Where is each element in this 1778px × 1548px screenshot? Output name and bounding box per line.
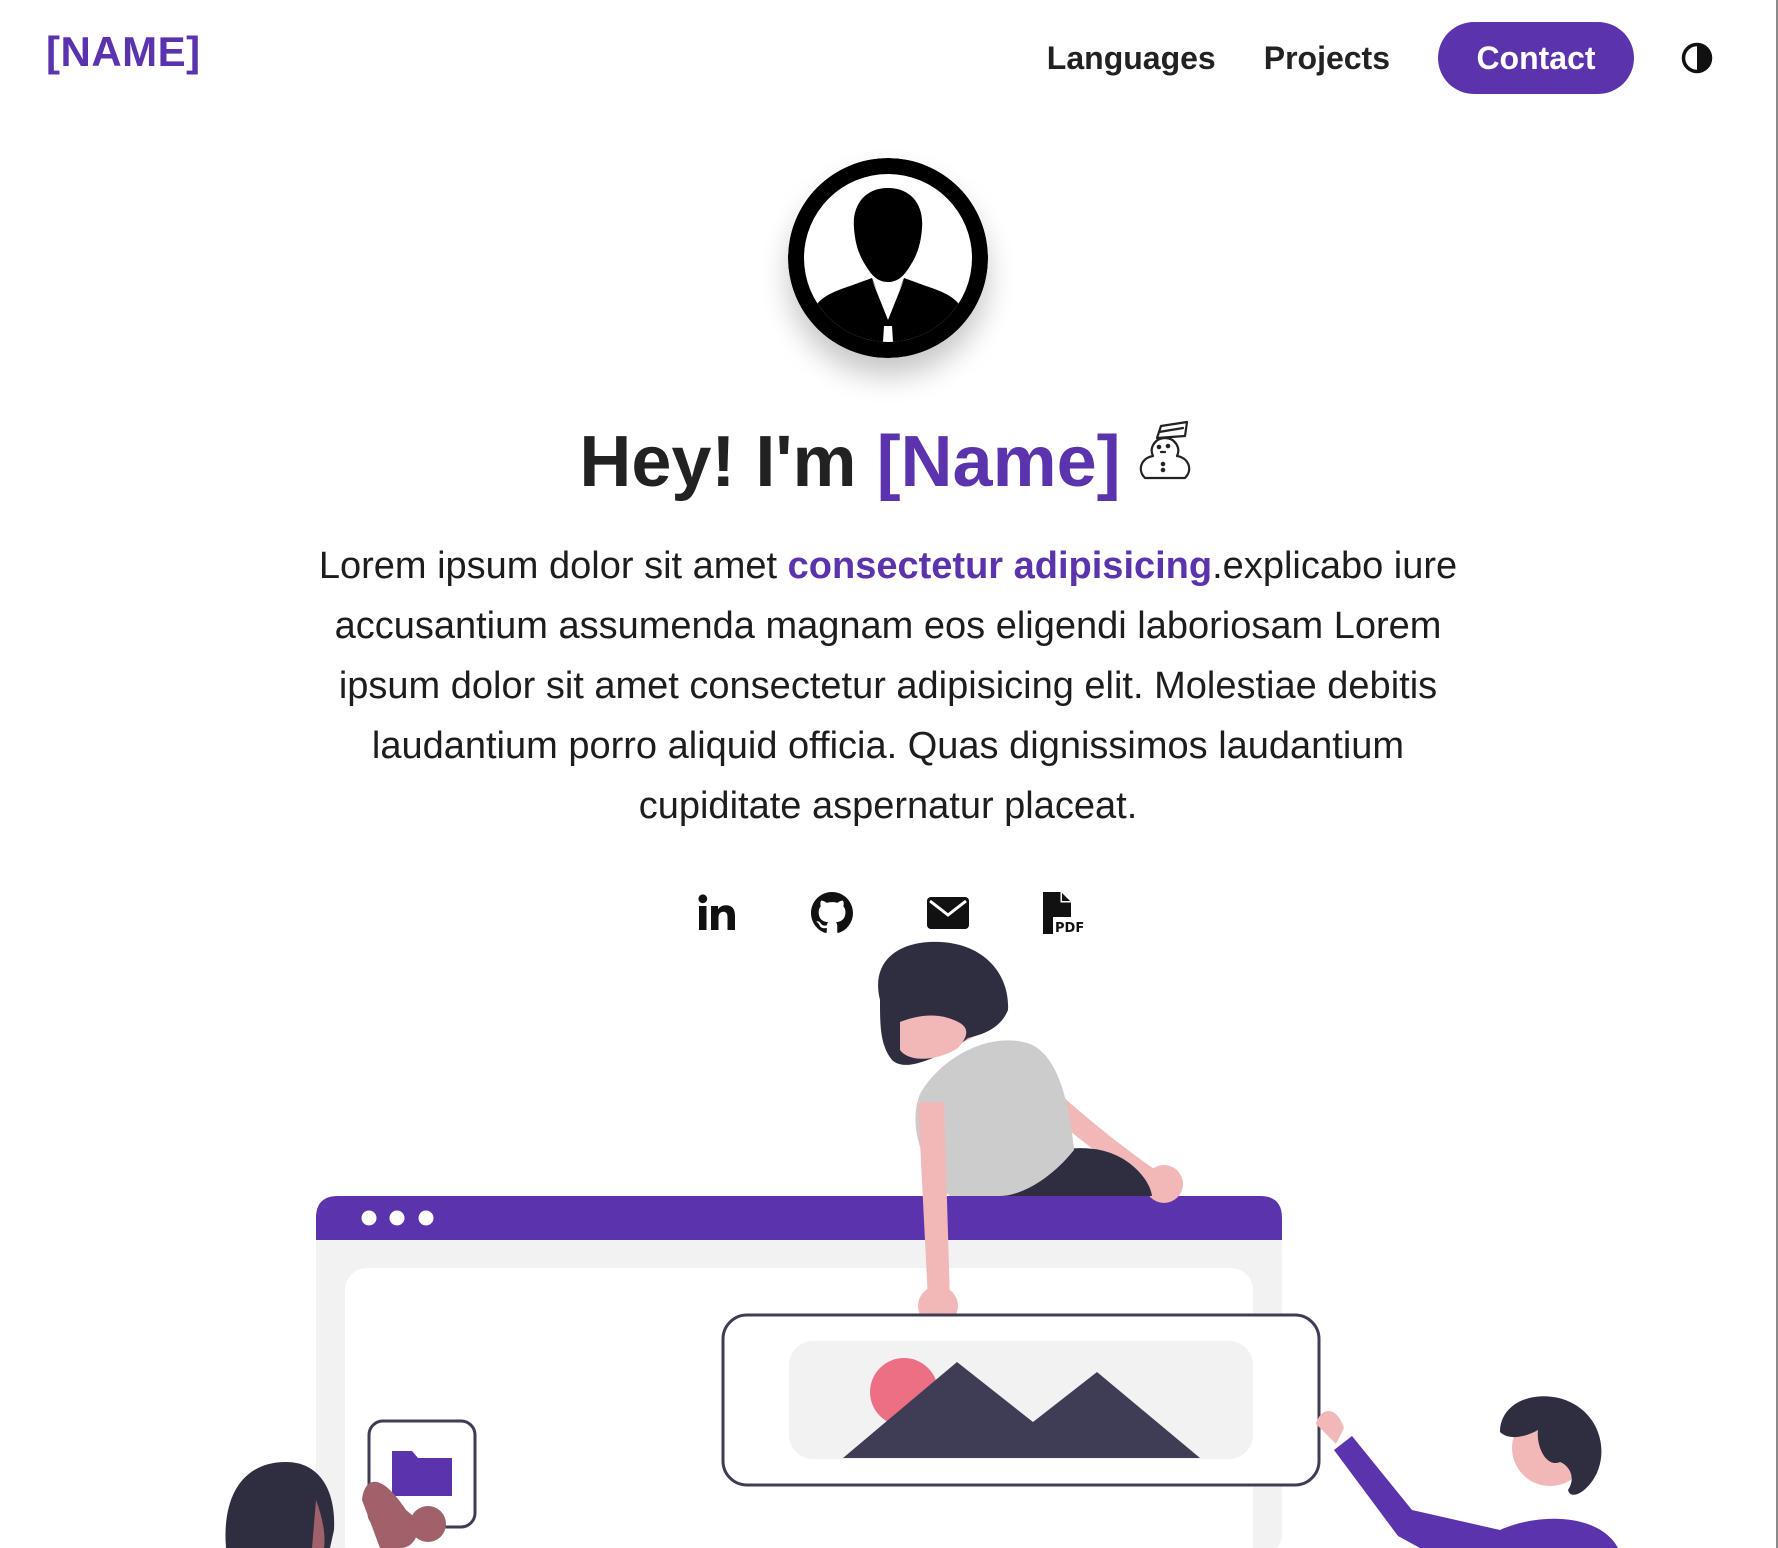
github-icon[interactable] [805, 888, 859, 938]
bio-paragraph: Lorem ipsum dolor sit amet consectetur a… [310, 536, 1466, 836]
contact-button[interactable]: Contact [1438, 22, 1634, 94]
avatar [788, 158, 988, 358]
hero-title: Hey! I'm [Name] [0, 418, 1776, 506]
man-right-figure-illustration [1316, 1396, 1618, 1548]
user-avatar-icon [788, 158, 988, 358]
page: [NAME] Languages Projects Contact Hey! I… [0, 0, 1778, 1548]
linkedin-icon[interactable] [690, 888, 744, 938]
bio-text-end: .explicabo iure accusantium assumenda ma… [334, 545, 1458, 827]
nav-link-projects[interactable]: Projects [1264, 40, 1390, 77]
theme-toggle-icon[interactable] [1680, 41, 1714, 75]
social-links: PDF [690, 888, 1090, 938]
hero-greeting: Hey! I'm [579, 422, 857, 502]
hero-name: [Name] [876, 422, 1121, 502]
bio-text-start: Lorem ipsum dolor sit amet [318, 545, 788, 587]
brand-logo[interactable]: [NAME] [46, 28, 201, 76]
svg-text:PDF: PDF [1055, 921, 1084, 936]
nav-link-languages[interactable]: Languages [1047, 40, 1216, 77]
pdf-resume-icon[interactable]: PDF [1036, 888, 1090, 938]
snowman-icon [1135, 416, 1197, 504]
main-nav: Languages Projects Contact [1047, 22, 1714, 94]
bio-link[interactable]: consectetur adipisicing [788, 545, 1212, 587]
email-icon[interactable] [921, 888, 975, 938]
browser-window-illustration [316, 1196, 1282, 1548]
